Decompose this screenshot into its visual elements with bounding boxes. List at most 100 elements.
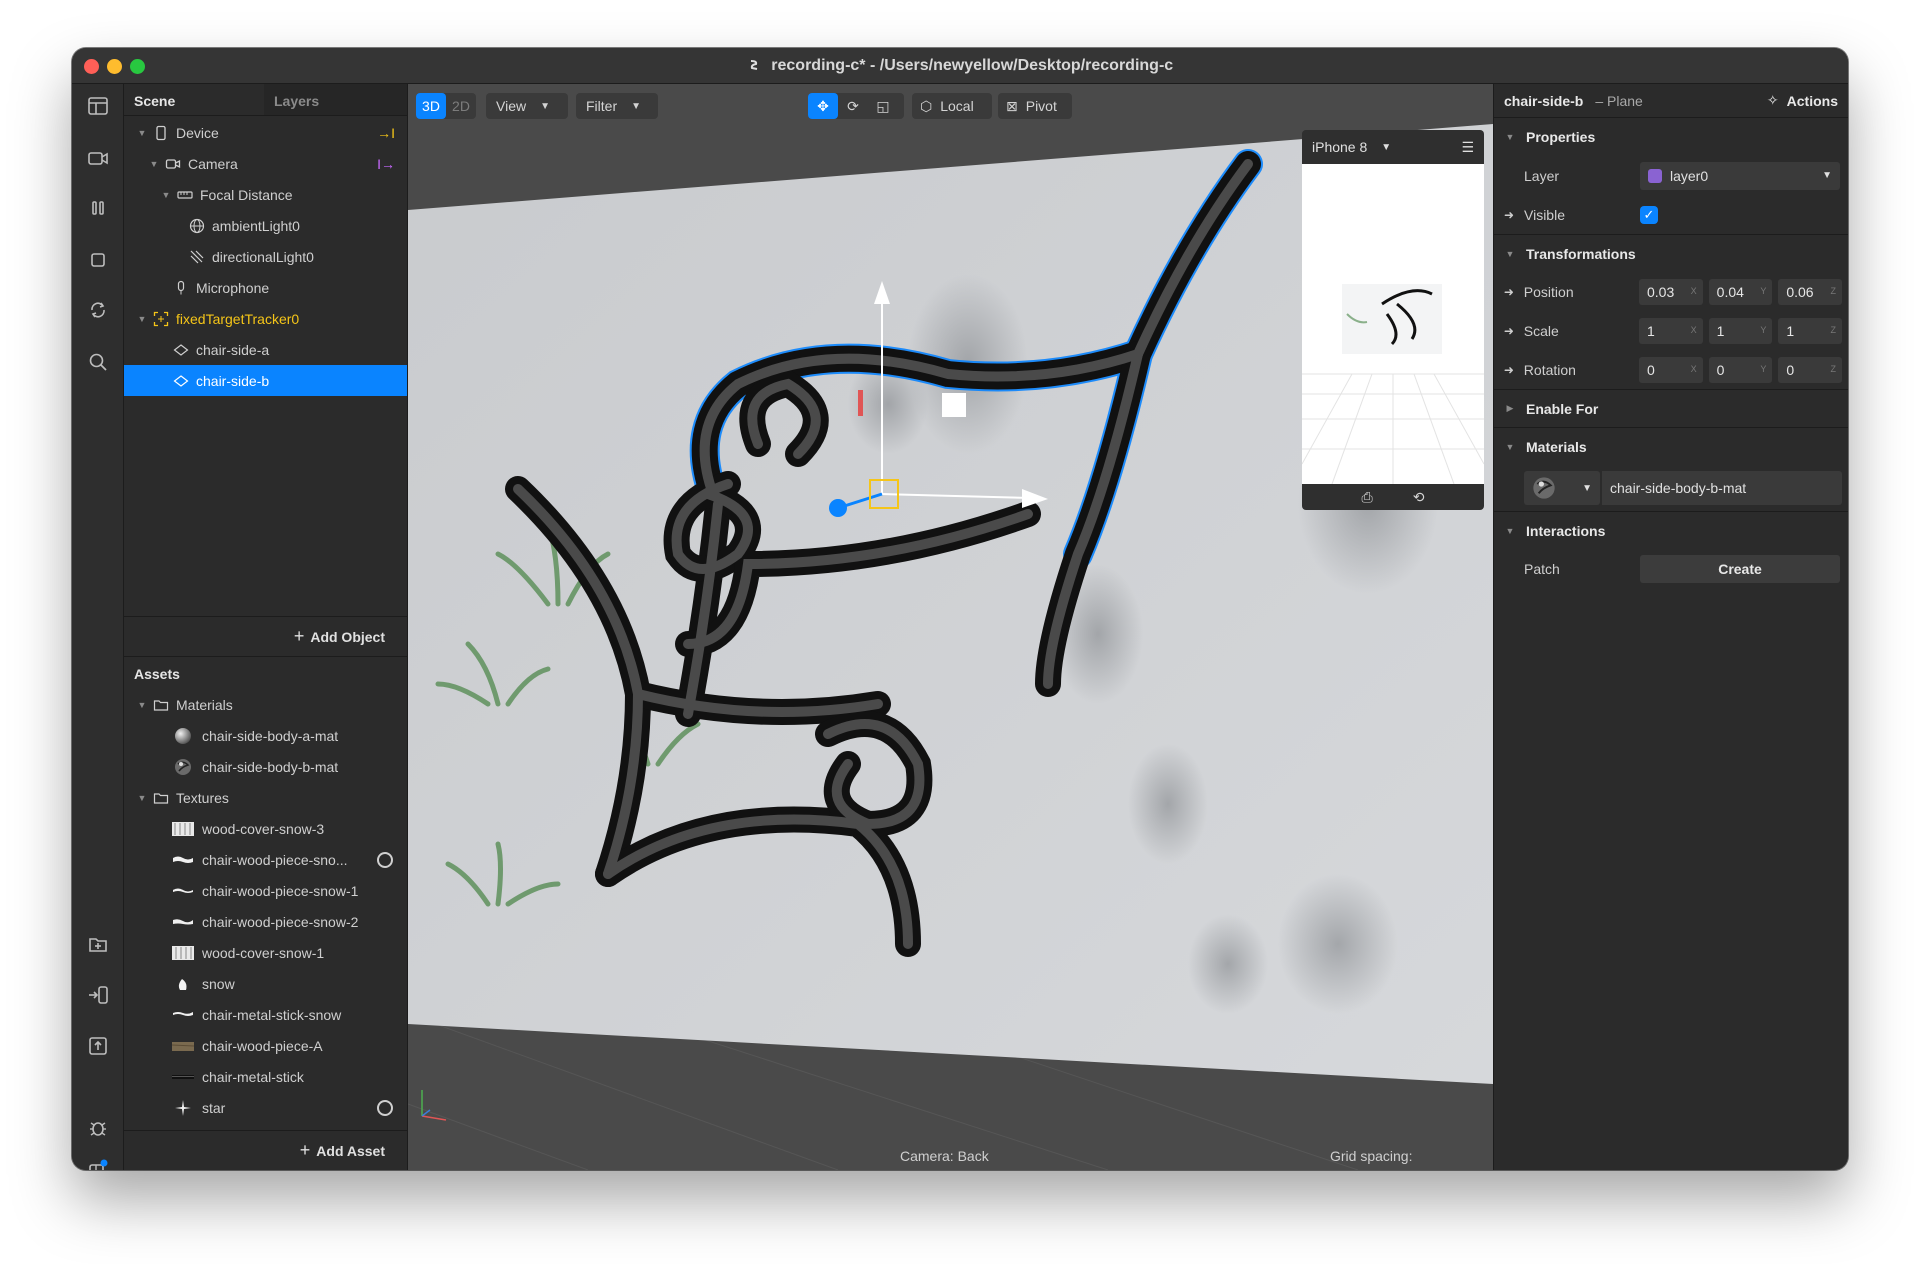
- asset-folder-textures[interactable]: ▼ Textures: [124, 782, 407, 813]
- create-patch-button[interactable]: Create: [1640, 554, 1840, 583]
- section-interactions[interactable]: ▼ Interactions: [1494, 511, 1848, 549]
- view-dropdown[interactable]: View ▼: [486, 93, 568, 119]
- disclosure-expanded-icon[interactable]: ▼: [160, 190, 172, 200]
- tree-item-focal-distance[interactable]: ▼ Focal Distance: [124, 179, 407, 210]
- scale-z-field[interactable]: 1Z: [1778, 317, 1843, 344]
- tree-item-device[interactable]: ▼ Device →I: [124, 117, 407, 148]
- tree-item-ambientlight0[interactable]: ambientLight0: [124, 210, 407, 241]
- move-tool-button[interactable]: ✥: [808, 93, 838, 119]
- mode-2d-button[interactable]: 2D: [446, 93, 476, 119]
- disclosure-expanded-icon[interactable]: ▼: [1504, 442, 1516, 452]
- patch-arrow-icon[interactable]: ➜: [1494, 208, 1524, 222]
- patch-arrow-icon[interactable]: ➜: [1494, 363, 1524, 377]
- video-icon[interactable]: [82, 142, 114, 174]
- disclosure-expanded-icon[interactable]: ▼: [136, 793, 148, 803]
- tree-item-chair-side-b[interactable]: chair-side-b: [124, 365, 407, 396]
- texture-thumbnail-icon: [172, 1007, 194, 1023]
- gizmo-plane-handle[interactable]: [942, 393, 966, 417]
- disclosure-expanded-icon[interactable]: ▼: [1504, 249, 1516, 259]
- add-asset-button[interactable]: + Add Asset: [124, 1130, 407, 1170]
- mode-3d-button[interactable]: 3D: [416, 93, 446, 119]
- asset-item[interactable]: wood-cover-snow-1: [124, 937, 407, 968]
- position-z-field[interactable]: 0.06 Z: [1778, 278, 1843, 305]
- tree-item-camera[interactable]: ▼ Camera I→: [124, 148, 407, 179]
- asset-item[interactable]: chair-wood-piece-sno...: [124, 844, 407, 875]
- layer-dropdown[interactable]: layer0 ▼: [1640, 161, 1840, 190]
- camera-link-icon[interactable]: I→: [377, 156, 395, 172]
- add-folder-icon[interactable]: [82, 928, 114, 960]
- bug-icon[interactable]: [82, 1112, 114, 1144]
- position-y-field[interactable]: 0.04 Y: [1708, 278, 1773, 305]
- section-enable-for[interactable]: ▶ Enable For: [1494, 389, 1848, 427]
- asset-item[interactable]: snow: [124, 968, 407, 999]
- field-value: 0.06: [1786, 283, 1814, 300]
- chevron-down-icon[interactable]: ▼: [1381, 142, 1391, 153]
- local-toggle-button[interactable]: ⬡ Local: [912, 93, 992, 119]
- scale-label: Scale: [1523, 322, 1559, 339]
- menu-icon[interactable]: ☰: [1461, 139, 1474, 156]
- asset-item[interactable]: chair-wood-piece-snow-2: [124, 906, 407, 937]
- actions-button[interactable]: ✧ Actions: [1767, 92, 1838, 109]
- rotate-device-icon[interactable]: ⟲: [1413, 489, 1425, 506]
- asset-item[interactable]: wood-cover-snow-3: [124, 813, 407, 844]
- device-preview[interactable]: iPhone 8 ▼ ☰ ⎙ ⟲: [1302, 130, 1484, 510]
- disclosure-expanded-icon[interactable]: ▼: [1504, 132, 1516, 142]
- asset-item[interactable]: chair-side-body-b-mat: [124, 751, 407, 782]
- tab-layers[interactable]: Layers: [264, 84, 404, 115]
- asset-item[interactable]: chair-metal-stick: [124, 1061, 407, 1092]
- tab-scene[interactable]: Scene: [124, 84, 264, 115]
- position-x-field[interactable]: 0.03 X: [1639, 278, 1703, 305]
- upload-icon[interactable]: [82, 1030, 114, 1062]
- disclosure-collapsed-icon[interactable]: ▶: [1504, 403, 1516, 414]
- scale-x-field[interactable]: 1X: [1639, 317, 1703, 344]
- scale-tool-button[interactable]: ◱: [868, 93, 898, 119]
- scene-panel-tabs: Scene Layers: [124, 84, 407, 116]
- rotation-y-field[interactable]: 0Y: [1708, 356, 1773, 383]
- asset-item[interactable]: star: [124, 1092, 407, 1123]
- visible-checkbox[interactable]: ✓: [1640, 205, 1658, 224]
- tree-item-fixedtargettracker0[interactable]: ▼ fixedTargetTracker0: [124, 303, 407, 334]
- asset-item[interactable]: chair-side-body-a-mat: [124, 720, 407, 751]
- disclosure-expanded-icon[interactable]: ▼: [136, 700, 148, 710]
- library-icon[interactable]: [82, 1154, 114, 1170]
- rotate-tool-button[interactable]: ⟳: [838, 93, 868, 119]
- filter-dropdown[interactable]: Filter ▼: [576, 93, 658, 119]
- refresh-icon[interactable]: [82, 294, 114, 326]
- stop-icon[interactable]: [82, 244, 114, 276]
- scale-y-field[interactable]: 1Y: [1708, 317, 1773, 344]
- material-picker[interactable]: ▼: [1524, 471, 1600, 505]
- rotation-z-field[interactable]: 0Z: [1778, 356, 1843, 383]
- tree-item-label: chair-side-b: [196, 372, 270, 389]
- disclosure-expanded-icon[interactable]: ▼: [136, 314, 148, 324]
- layout-icon[interactable]: [82, 90, 114, 122]
- asset-item[interactable]: chair-metal-stick-snow: [124, 999, 407, 1030]
- disclosure-expanded-icon[interactable]: ▼: [1504, 526, 1516, 536]
- tree-item-directionallight0[interactable]: directionalLight0: [124, 241, 407, 272]
- patch-arrow-icon[interactable]: ➜: [1494, 285, 1524, 299]
- material-name-field[interactable]: chair-side-body-b-mat: [1602, 471, 1842, 505]
- disclosure-expanded-icon[interactable]: ▼: [136, 128, 148, 138]
- asset-item[interactable]: chair-wood-piece-A: [124, 1030, 407, 1061]
- device-selector[interactable]: iPhone 8: [1312, 139, 1367, 155]
- add-object-button[interactable]: + Add Object: [124, 616, 407, 656]
- patch-arrow-icon[interactable]: ➜: [1494, 324, 1524, 338]
- asset-item[interactable]: chair-wood-piece-snow-1: [124, 875, 407, 906]
- section-properties[interactable]: ▼ Properties: [1494, 118, 1848, 156]
- grid-status: Grid spacing:: [1330, 1148, 1413, 1164]
- section-transformations[interactable]: ▼ Transformations: [1494, 234, 1848, 272]
- pause-icon[interactable]: [82, 192, 114, 224]
- screenshot-icon[interactable]: ⎙: [1362, 489, 1373, 506]
- asset-folder-materials[interactable]: ▼ Materials: [124, 689, 407, 720]
- pivot-toggle-button[interactable]: ⊠ Pivot: [998, 93, 1072, 119]
- send-to-device-icon[interactable]: [82, 979, 114, 1011]
- disclosure-expanded-icon[interactable]: ▼: [148, 159, 160, 169]
- section-materials[interactable]: ▼ Materials: [1494, 427, 1848, 465]
- gizmo-z-handle[interactable]: [829, 499, 847, 517]
- tree-item-chair-side-a[interactable]: chair-side-a: [124, 334, 407, 365]
- search-icon[interactable]: [82, 346, 114, 378]
- tree-item-microphone[interactable]: Microphone: [124, 272, 407, 303]
- section-title: Interactions: [1526, 522, 1606, 539]
- tracker-link-icon[interactable]: →I: [377, 125, 395, 141]
- rotation-x-field[interactable]: 0X: [1639, 356, 1703, 383]
- scene-viewport[interactable]: 3D 2D View ▼ Filter ▼ ✥ ⟳ ◱ ⬡ Local ⊠ Pi…: [408, 84, 1493, 1170]
